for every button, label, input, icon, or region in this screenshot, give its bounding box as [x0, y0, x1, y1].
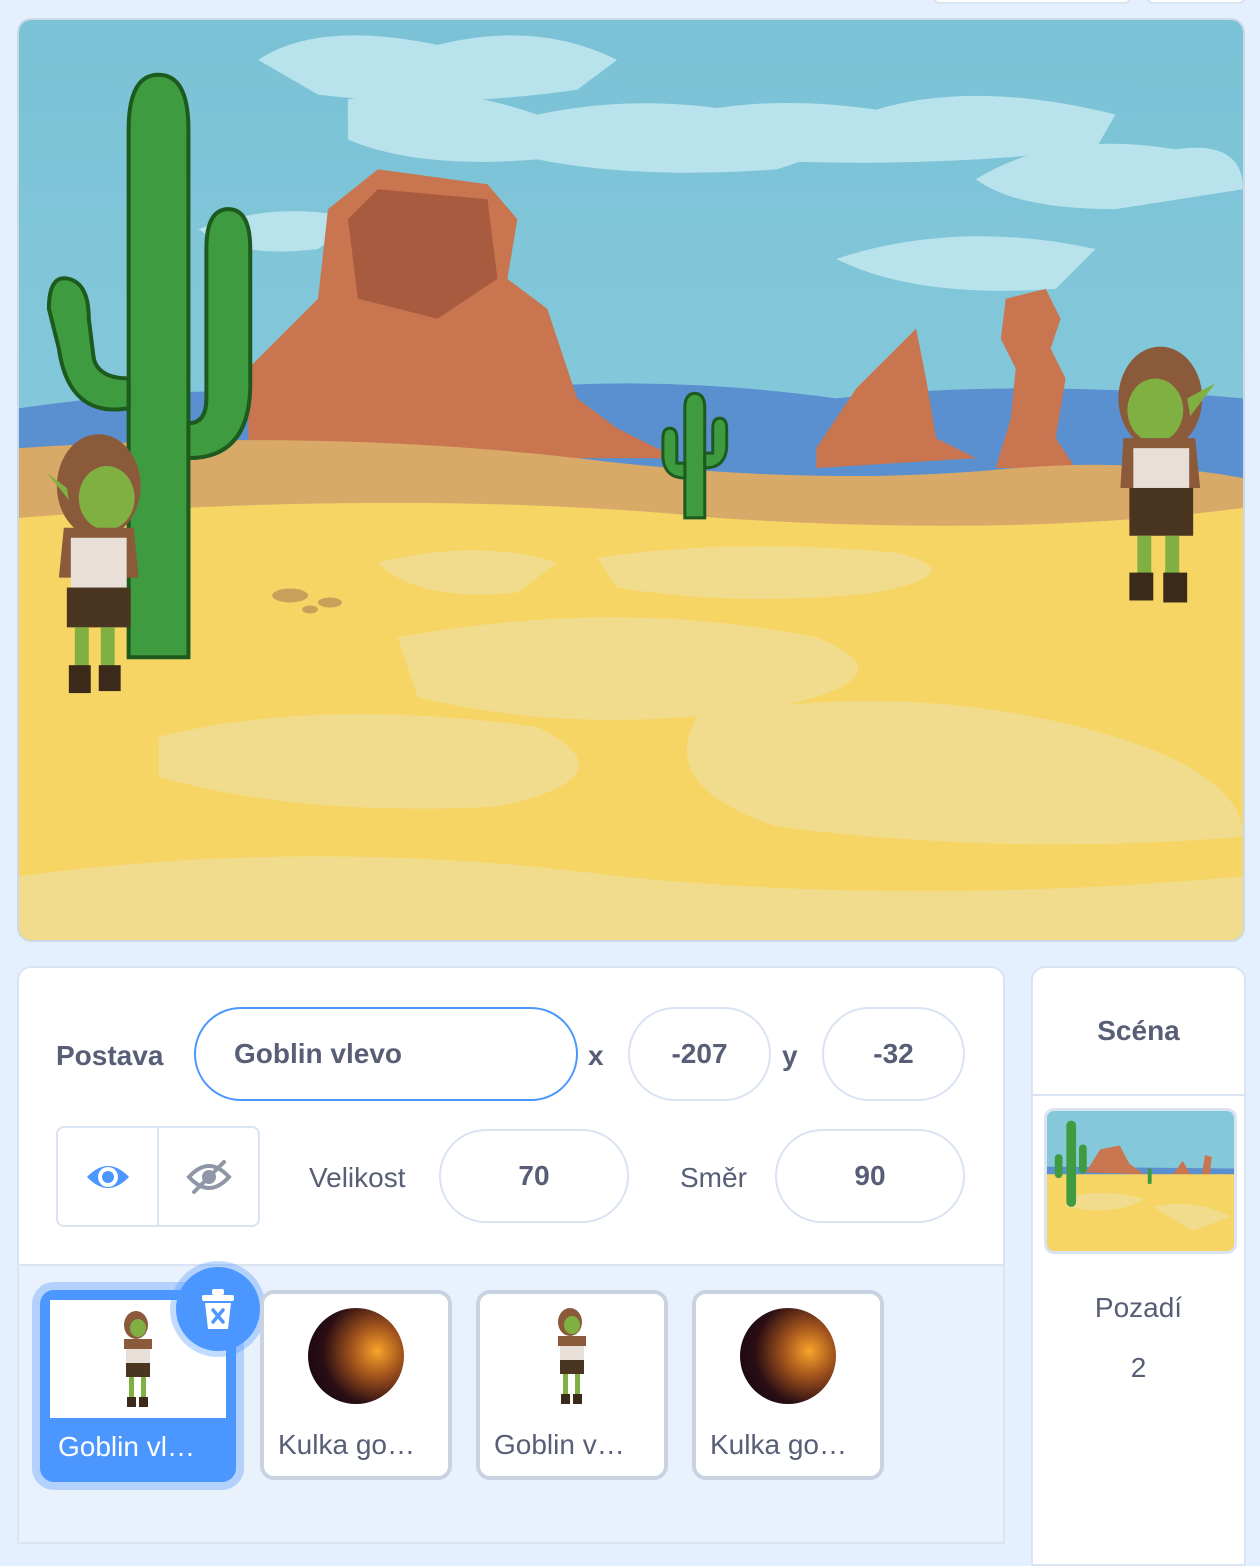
backdrops-label: Pozadí: [1094, 1292, 1183, 1323]
x-label: x: [588, 1040, 604, 1071]
delete-sprite-button[interactable]: [176, 1267, 260, 1351]
backdrops-count: 2: [1130, 1352, 1147, 1383]
stage-panel-title: Scéna: [1033, 968, 1244, 1096]
sprite-tile-orb-1[interactable]: Kulka go…: [260, 1290, 452, 1480]
sprite-tile-name: Kulka go…: [710, 1429, 847, 1460]
size-input[interactable]: 70: [439, 1129, 629, 1223]
sprite-tile-orb-2[interactable]: Kulka go…: [692, 1290, 884, 1480]
desert-backdrop: [19, 20, 1243, 940]
sprite-label: Postava: [56, 1040, 164, 1071]
backdrop-thumbnail: [1044, 1108, 1237, 1254]
orb-thumbnail: [740, 1308, 836, 1404]
y-input[interactable]: -32: [822, 1007, 965, 1101]
stage-canvas[interactable]: [17, 18, 1245, 942]
direction-label: Směr: [680, 1162, 747, 1193]
sprite-tile-goblin-right[interactable]: Goblin v…: [476, 1290, 668, 1480]
hide-button[interactable]: [157, 1128, 258, 1225]
sprite-name-input[interactable]: Goblin vlevo: [194, 1007, 578, 1101]
fullscreen-button[interactable]: [1146, 0, 1246, 4]
sprite-tile-name: Goblin v…: [494, 1429, 625, 1460]
stage-selector-panel[interactable]: Scéna Pozadí 2: [1031, 966, 1246, 1566]
goblin-thumbnail: [124, 1311, 152, 1407]
eye-icon: [86, 1165, 129, 1188]
goblin-thumbnail: [558, 1308, 586, 1404]
show-button[interactable]: [58, 1128, 157, 1225]
direction-input[interactable]: 90: [775, 1129, 965, 1223]
visibility-toggle: [56, 1126, 260, 1227]
sprite-tile-name: Goblin vl…: [58, 1431, 195, 1462]
stage-size-button[interactable]: [932, 0, 1132, 4]
sprite-tile-name: Kulka go…: [278, 1429, 415, 1460]
eye-off-icon: [185, 1159, 232, 1194]
y-label: y: [782, 1040, 798, 1071]
trash-icon: [202, 1289, 234, 1329]
orb-thumbnail: [308, 1308, 404, 1404]
x-input[interactable]: -207: [628, 1007, 771, 1101]
size-label: Velikost: [309, 1162, 406, 1193]
